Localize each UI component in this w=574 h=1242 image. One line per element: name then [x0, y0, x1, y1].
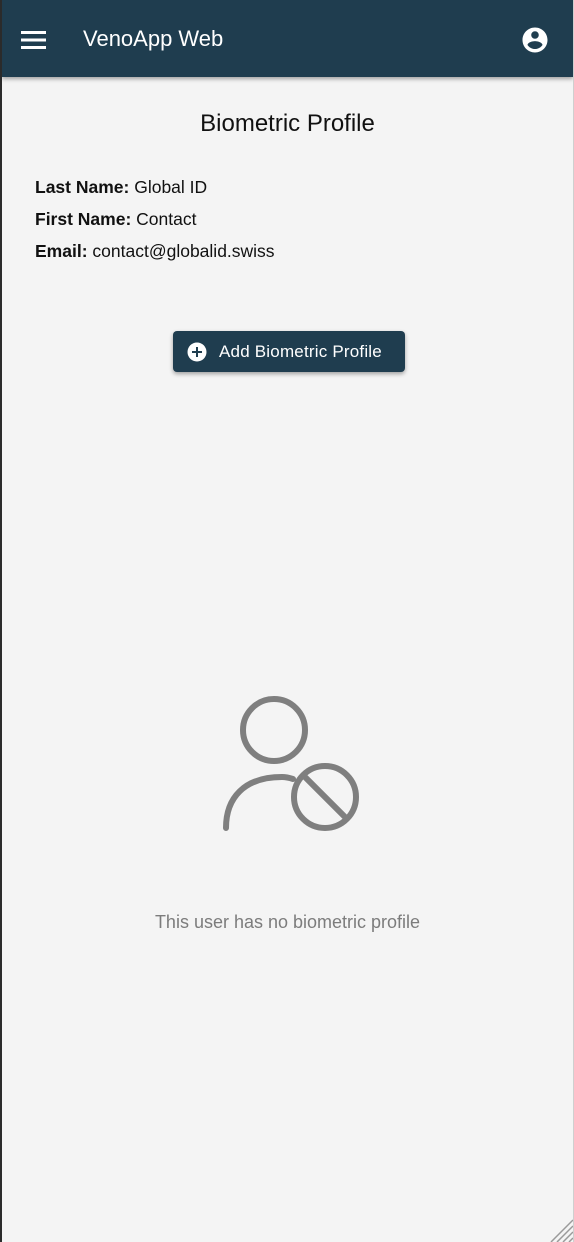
resize-grip[interactable]: [547, 1216, 573, 1242]
email-label: Email:: [35, 241, 88, 261]
menu-button[interactable]: [16, 22, 52, 58]
user-info: Last Name: Global ID First Name: Contact…: [35, 175, 275, 271]
account-button[interactable]: [515, 20, 555, 60]
last-name-row: Last Name: Global ID: [35, 175, 275, 207]
email-value: contact@globalid.swiss: [92, 241, 275, 261]
last-name-label: Last Name:: [35, 177, 130, 197]
user-blocked-icon: [220, 694, 362, 834]
menu-icon: [21, 31, 46, 49]
email-row: Email: contact@globalid.swiss: [35, 239, 275, 271]
page-title: Biometric Profile: [200, 110, 375, 137]
last-name-value: Global ID: [134, 177, 208, 197]
app-bar: VenoApp Web: [2, 0, 573, 77]
account-circle-icon: [522, 27, 548, 53]
first-name-row: First Name: Contact: [35, 207, 275, 239]
add-circle-icon: [187, 342, 207, 362]
first-name-value: Contact: [136, 209, 197, 229]
app-title: VenoApp Web: [83, 26, 224, 51]
first-name-label: First Name:: [35, 209, 132, 229]
app-window: VenoApp Web Biometric Profile Last Name:…: [0, 0, 574, 1242]
empty-state-message: This user has no biometric profile: [154, 912, 421, 932]
add-biometric-profile-button[interactable]: Add Biometric Profile: [173, 331, 405, 372]
add-biometric-profile-label: Add Biometric Profile: [219, 341, 382, 361]
